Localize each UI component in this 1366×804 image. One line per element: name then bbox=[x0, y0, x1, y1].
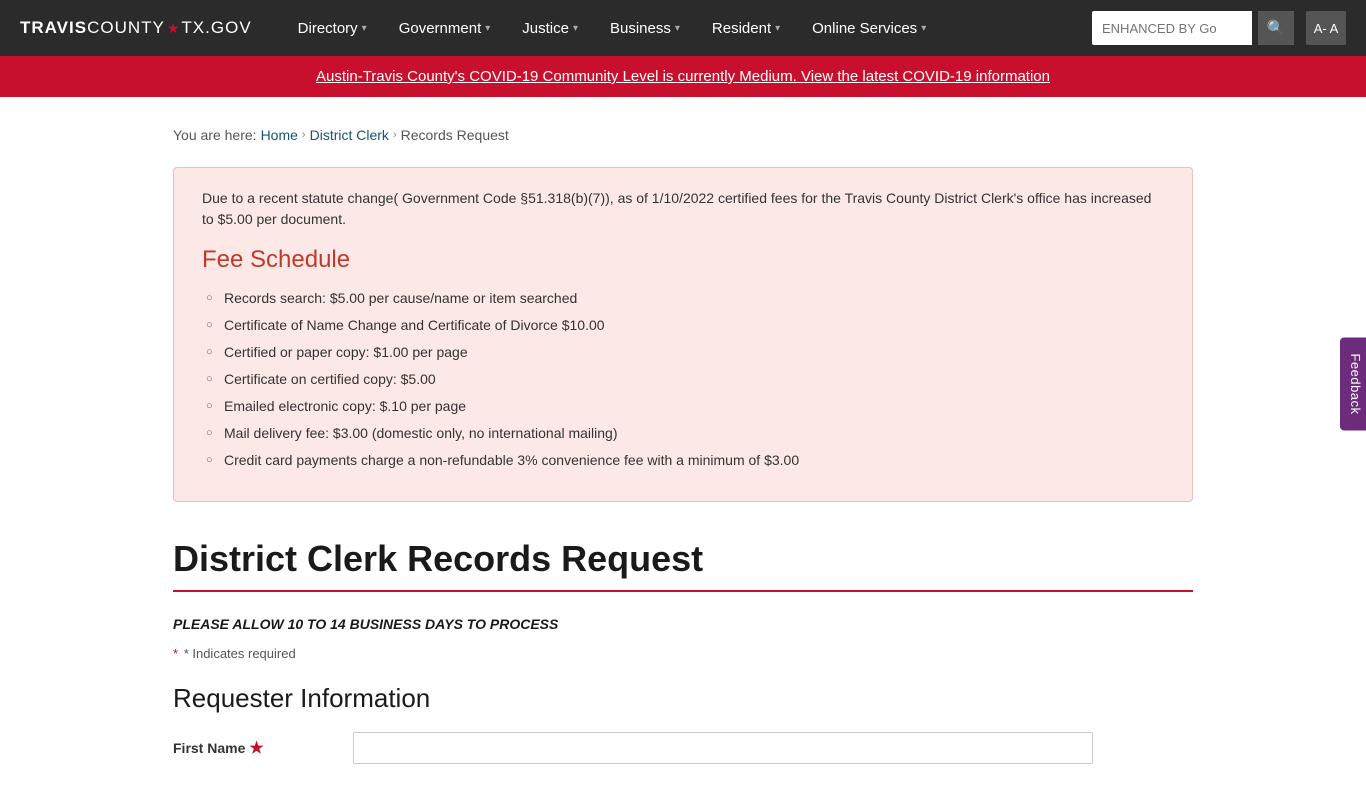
list-item: Credit card payments charge a non-refund… bbox=[202, 450, 1164, 471]
breadcrumb-label: You are here: bbox=[173, 127, 257, 143]
breadcrumb-separator-2: › bbox=[393, 129, 397, 141]
nav-item-online-services[interactable]: Online Services ▾ bbox=[796, 0, 942, 56]
chevron-down-icon: ▾ bbox=[573, 23, 578, 34]
list-item: Certified or paper copy: $1.00 per page bbox=[202, 342, 1164, 363]
chevron-down-icon: ▾ bbox=[921, 23, 926, 34]
covid-banner-link[interactable]: Austin-Travis County's COVID-19 Communit… bbox=[316, 68, 1050, 85]
search-button[interactable]: 🔍 bbox=[1258, 11, 1294, 45]
page-title: District Clerk Records Request bbox=[173, 538, 1193, 592]
required-star-icon: ★ bbox=[249, 738, 263, 758]
chevron-down-icon: ▾ bbox=[362, 23, 367, 34]
nav-item-resident[interactable]: Resident ▾ bbox=[696, 0, 796, 56]
logo-gov: TX.GOV bbox=[181, 18, 251, 38]
nav-item-business[interactable]: Business ▾ bbox=[594, 0, 696, 56]
search-input[interactable] bbox=[1092, 11, 1252, 45]
required-star-symbol: * bbox=[173, 646, 178, 661]
list-item: Emailed electronic copy: $.10 per page bbox=[202, 396, 1164, 417]
top-navigation: TRAVIS COUNTY ★ TX.GOV Directory ▾ Gover… bbox=[0, 0, 1366, 56]
breadcrumb-separator-1: › bbox=[302, 129, 306, 141]
nav-item-justice[interactable]: Justice ▾ bbox=[506, 0, 594, 56]
fee-schedule-heading: Fee Schedule bbox=[202, 246, 1164, 274]
processing-notice: PLEASE ALLOW 10 TO 14 BUSINESS DAYS TO P… bbox=[173, 616, 1193, 632]
main-content: You are here: Home › District Clerk › Re… bbox=[133, 97, 1233, 804]
list-item: Records search: $5.00 per cause/name or … bbox=[202, 288, 1164, 309]
list-item: Certificate on certified copy: $5.00 bbox=[202, 369, 1164, 390]
breadcrumb: You are here: Home › District Clerk › Re… bbox=[173, 127, 1193, 143]
search-icon: 🔍 bbox=[1267, 19, 1286, 37]
feedback-tab[interactable]: Feedback bbox=[1340, 337, 1366, 430]
required-note: * * Indicates required bbox=[173, 646, 1193, 661]
first-name-row: First Name ★ bbox=[173, 732, 1193, 764]
breadcrumb-current: Records Request bbox=[401, 127, 509, 143]
fee-notice-text: Due to a recent statute change( Governme… bbox=[202, 188, 1164, 230]
breadcrumb-home[interactable]: Home bbox=[261, 127, 298, 143]
logo-county: COUNTY bbox=[87, 18, 165, 38]
nav-item-directory[interactable]: Directory ▾ bbox=[282, 0, 383, 56]
nav-search: 🔍 A- A bbox=[1092, 11, 1346, 45]
site-logo[interactable]: TRAVIS COUNTY ★ TX.GOV bbox=[20, 18, 252, 38]
logo-travis: TRAVIS bbox=[20, 18, 87, 38]
breadcrumb-district-clerk[interactable]: District Clerk bbox=[310, 127, 389, 143]
chevron-down-icon: ▾ bbox=[485, 23, 490, 34]
chevron-down-icon: ▾ bbox=[775, 23, 780, 34]
chevron-down-icon: ▾ bbox=[675, 23, 680, 34]
text-resize-button[interactable]: A- A bbox=[1306, 11, 1346, 45]
fee-list: Records search: $5.00 per cause/name or … bbox=[202, 288, 1164, 471]
requester-section-heading: Requester Information bbox=[173, 683, 1193, 714]
nav-items: Directory ▾ Government ▾ Justice ▾ Busin… bbox=[282, 0, 1092, 56]
nav-item-government[interactable]: Government ▾ bbox=[383, 0, 507, 56]
fee-schedule-box: Due to a recent statute change( Governme… bbox=[173, 167, 1193, 502]
logo-star: ★ bbox=[167, 20, 180, 37]
first-name-label: First Name ★ bbox=[173, 732, 333, 758]
first-name-input[interactable] bbox=[353, 732, 1093, 764]
covid-banner: Austin-Travis County's COVID-19 Communit… bbox=[0, 56, 1366, 97]
list-item: Mail delivery fee: $3.00 (domestic only,… bbox=[202, 423, 1164, 444]
list-item: Certificate of Name Change and Certifica… bbox=[202, 315, 1164, 336]
